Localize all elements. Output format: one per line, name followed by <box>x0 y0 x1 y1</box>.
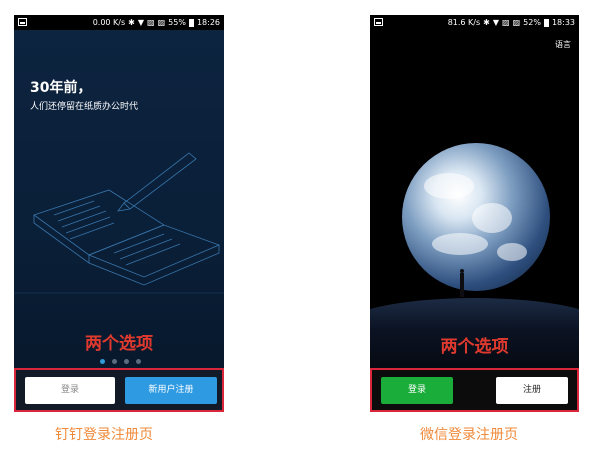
language-link[interactable]: 语言 <box>555 39 571 50</box>
page-dot-4[interactable] <box>136 359 141 364</box>
page-dot-1[interactable] <box>100 359 105 364</box>
speed-text: 0.00 K/s <box>92 18 126 27</box>
status-bar: 0.00 K/s ✱ ▼ ▨ ▨ 55% 18:26 <box>14 15 224 30</box>
login-button[interactable]: 登录 <box>381 377 453 404</box>
register-button[interactable]: 注册 <box>496 377 568 404</box>
dingtalk-caption: 钉钉登录注册页 <box>55 427 153 443</box>
battery-text: 55% <box>168 18 186 27</box>
intro-subtitle: 人们还停留在纸质办公时代 <box>30 102 139 112</box>
login-button[interactable]: 登录 <box>25 377 115 404</box>
wifi-icon: ▼ <box>137 18 145 27</box>
battery-text: 52% <box>523 18 541 27</box>
page-indicator[interactable] <box>100 359 141 364</box>
clock-text: 18:33 <box>551 18 575 27</box>
no-sim-icon-2: ▨ <box>157 18 166 27</box>
clock-text: 18:26 <box>196 18 220 27</box>
wifi-icon: ▼ <box>492 18 500 27</box>
image-notification-icon <box>18 18 27 26</box>
page-dot-2[interactable] <box>112 359 117 364</box>
dingtalk-screen: 0.00 K/s ✱ ▼ ▨ ▨ 55% 18:26 30年前， 人们还停留在纸… <box>14 15 224 412</box>
status-bar: 81.6 K/s ✱ ▼ ▨ ▨ 52% 18:33 <box>370 15 579 30</box>
image-notification-icon <box>374 18 383 26</box>
person-silhouette <box>459 269 465 297</box>
battery-icon <box>188 18 194 27</box>
action-bar-highlight: 登录 注册 <box>370 368 579 412</box>
overlay-caption: 两个选项 <box>85 334 153 354</box>
register-button[interactable]: 新用户注册 <box>125 377 217 404</box>
no-sim-icon-2: ▨ <box>512 18 521 27</box>
no-sim-icon: ▨ <box>147 18 155 27</box>
notebook-pen-illustration <box>14 152 224 294</box>
action-bar-highlight: 登录 新用户注册 <box>14 368 224 412</box>
battery-icon <box>543 18 549 27</box>
wechat-caption: 微信登录注册页 <box>420 427 518 443</box>
page-dot-3[interactable] <box>124 359 129 364</box>
intro-title: 30年前， <box>30 80 92 96</box>
wechat-screen: 81.6 K/s ✱ ▼ ▨ ▨ 52% 18:33 语言 两个选项 登录 注册 <box>370 15 579 412</box>
no-sim-icon: ▨ <box>502 18 510 27</box>
overlay-caption: 两个选项 <box>440 337 509 357</box>
bluetooth-icon: ✱ <box>128 18 135 27</box>
speed-text: 81.6 K/s <box>447 18 481 27</box>
earth-image <box>402 143 550 291</box>
bluetooth-icon: ✱ <box>483 18 490 27</box>
